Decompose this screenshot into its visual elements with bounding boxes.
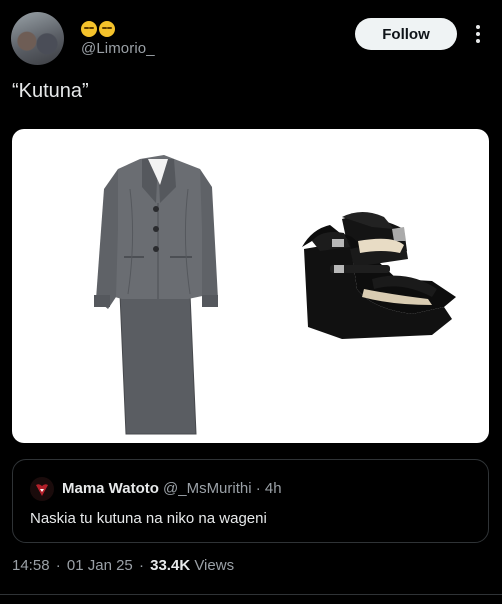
tweet-text: “Kutuna”: [12, 80, 89, 102]
quote-author-meta[interactable]: @_MsMurithi · 4h: [163, 480, 282, 497]
quote-author-name[interactable]: Mama Watoto: [62, 480, 159, 497]
quote-dot-separator: ·: [251, 480, 265, 497]
quote-text: Naskia tu kutuna na niko na wageni: [30, 510, 267, 527]
author-handle[interactable]: @Limorio_: [81, 40, 155, 57]
quote-author-handle[interactable]: @_MsMurithi: [163, 480, 252, 497]
pensive-face-icon: [99, 21, 115, 37]
author-avatar[interactable]: [11, 12, 64, 65]
quote-avatar-image: [36, 484, 48, 496]
meta-separator: ·: [134, 557, 149, 574]
follow-button[interactable]: Follow: [355, 18, 457, 50]
quote-author-avatar[interactable]: [30, 477, 54, 501]
quote-timestamp[interactable]: 4h: [265, 480, 282, 497]
meta-separator: ·: [51, 557, 65, 574]
views-label: Views: [194, 557, 235, 574]
quoted-tweet[interactable]: Mama Watoto @_MsMurithi · 4h Naskia tu k…: [12, 459, 489, 543]
tweet-page: @Limorio_ Follow “Kutuna” Mama Watoto @_…: [0, 0, 502, 604]
tweet-date[interactable]: 01 Jan 25: [67, 557, 133, 574]
tweet-media-image[interactable]: [12, 129, 489, 443]
media-illustration: [94, 155, 456, 435]
skirt-suit-image: [94, 155, 218, 435]
divider: [0, 594, 502, 595]
author-display-name[interactable]: [81, 21, 115, 37]
pensive-face-icon: [81, 21, 97, 37]
more-options-icon[interactable]: [473, 24, 483, 44]
tweet-time[interactable]: 14:58: [12, 557, 50, 574]
wedge-sandals-image: [302, 212, 456, 339]
views-count: 33.4K: [150, 557, 191, 574]
tweet-meta: 14:58 · 01 Jan 25 · 33.4K Views: [12, 557, 234, 574]
